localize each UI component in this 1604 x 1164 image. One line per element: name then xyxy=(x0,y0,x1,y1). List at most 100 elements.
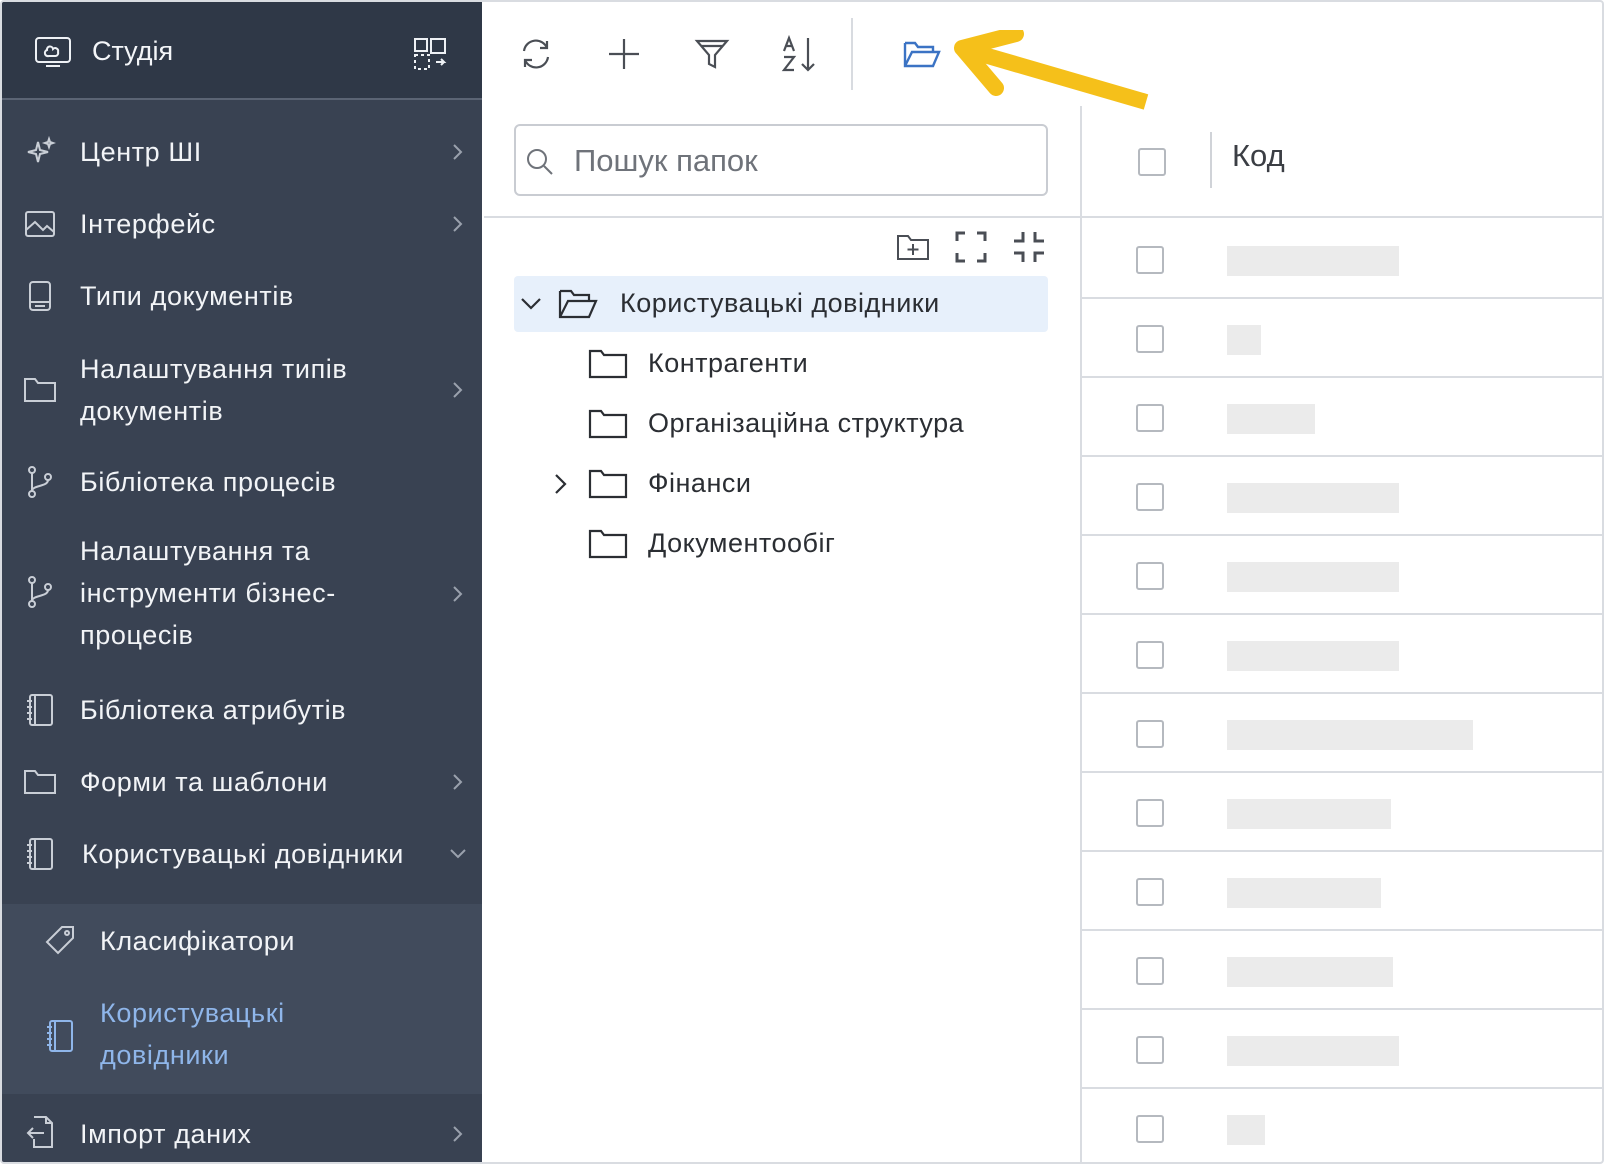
tree-node-finance[interactable]: Фінанси xyxy=(514,456,1048,512)
document-type-icon xyxy=(22,278,58,314)
tree-node-label: Контрагенти xyxy=(648,348,809,378)
label-line: інструменти бізнес- xyxy=(80,578,336,608)
table-row[interactable] xyxy=(1082,378,1602,457)
search-icon xyxy=(526,148,554,176)
sidebar-item-label: Бібліотека атрибутів xyxy=(80,695,347,725)
table-row[interactable] xyxy=(1082,773,1602,852)
table-row[interactable] xyxy=(1082,457,1602,536)
row-checkbox[interactable] xyxy=(1136,957,1164,985)
tree-node-org-structure[interactable]: Організаційна структура xyxy=(514,396,1048,452)
collapse-all-button[interactable] xyxy=(1010,228,1048,266)
folder-search-input[interactable] xyxy=(574,136,1034,186)
table-row[interactable] xyxy=(1082,220,1602,299)
chevron-right-icon xyxy=(450,772,466,792)
studio-logo-icon xyxy=(34,36,72,68)
table-row[interactable] xyxy=(1082,1010,1602,1089)
filter-icon xyxy=(694,39,730,69)
tree-node-label: Користувацькі довідники xyxy=(620,288,940,318)
folder-search-box[interactable] xyxy=(514,124,1048,196)
row-checkbox[interactable] xyxy=(1136,404,1164,432)
add-folder-button[interactable] xyxy=(894,228,932,266)
table-row[interactable] xyxy=(1082,615,1602,694)
table-row[interactable] xyxy=(1082,852,1602,931)
row-checkbox[interactable] xyxy=(1136,1115,1164,1143)
table-row[interactable] xyxy=(1082,694,1602,773)
filter-button[interactable] xyxy=(690,32,734,76)
sidebar-item-business-process-settings[interactable]: Налаштування та інструменти бізнес- проц… xyxy=(2,526,482,662)
folder-icon xyxy=(588,467,628,501)
sparkle-icon xyxy=(22,134,58,170)
table-row[interactable] xyxy=(1082,1089,1602,1162)
row-checkbox[interactable] xyxy=(1136,720,1164,748)
tree-node-label: Документообіг xyxy=(648,528,836,558)
records-grid: Код xyxy=(1082,106,1602,1162)
row-checkbox[interactable] xyxy=(1136,641,1164,669)
add-button[interactable] xyxy=(602,32,646,76)
sidebar-item-process-library[interactable]: Бібліотека процесів xyxy=(2,454,482,510)
tree-node-custom-dictionaries[interactable]: Користувацькі довідники xyxy=(514,276,1048,332)
tree-node-counterparties[interactable]: Контрагенти xyxy=(514,336,1048,392)
chevron-right-icon[interactable] xyxy=(548,471,574,497)
sidebar-subitem-classifiers[interactable]: Класифікатори xyxy=(2,904,482,978)
loading-placeholder xyxy=(1227,641,1399,671)
loading-placeholder xyxy=(1227,720,1473,750)
column-header-code[interactable]: Код xyxy=(1232,138,1285,174)
refresh-icon xyxy=(522,39,550,69)
folder-plus-icon xyxy=(897,235,929,260)
sidebar-item-label: Користувацькі довідники xyxy=(100,992,285,1076)
row-checkbox[interactable] xyxy=(1136,878,1164,906)
sidebar-item-document-types[interactable]: Типи документів xyxy=(2,268,482,324)
sort-button[interactable] xyxy=(778,32,822,76)
loading-placeholder xyxy=(1227,799,1391,829)
sidebar-item-interface[interactable]: Інтерфейс xyxy=(2,196,482,252)
sidebar-item-document-type-settings[interactable]: Налаштування типів документів xyxy=(2,342,482,438)
label-line: процесів xyxy=(80,620,194,650)
refresh-button[interactable] xyxy=(514,32,558,76)
loading-placeholder xyxy=(1227,1115,1265,1145)
sidebar-item-custom-dictionaries[interactable]: Користувацькі довідники xyxy=(2,826,482,882)
row-checkbox[interactable] xyxy=(1136,1036,1164,1064)
sidebar-item-label: Імпорт даних xyxy=(80,1119,252,1149)
folder-icon xyxy=(588,347,628,381)
layout-toggle-icon[interactable] xyxy=(412,36,448,72)
chevron-right-icon xyxy=(450,380,466,400)
branch-icon xyxy=(22,574,58,610)
loading-placeholder xyxy=(1227,483,1399,513)
grid-header: Код xyxy=(1082,106,1602,218)
notebook-icon xyxy=(22,692,58,728)
row-checkbox[interactable] xyxy=(1136,246,1164,274)
row-checkbox[interactable] xyxy=(1136,562,1164,590)
sidebar-subitem-custom-dictionaries[interactable]: Користувацькі довідники xyxy=(2,978,482,1094)
folder-open-icon xyxy=(558,287,598,321)
sidebar-item-data-import[interactable]: Імпорт даних xyxy=(2,1106,482,1162)
table-row[interactable] xyxy=(1082,536,1602,615)
image-icon xyxy=(22,206,58,242)
row-checkbox[interactable] xyxy=(1136,799,1164,827)
tag-icon xyxy=(42,922,78,958)
notebook-icon xyxy=(42,1018,78,1054)
plus-icon xyxy=(609,39,639,69)
import-icon xyxy=(22,1114,58,1150)
folder-icon xyxy=(588,407,628,441)
row-checkbox[interactable] xyxy=(1136,325,1164,353)
app-window: Студія Центр ШІ Інтерфейс Типи документі… xyxy=(0,0,1604,1164)
tree-node-document-flow[interactable]: Документообіг xyxy=(514,516,1048,572)
sidebar-item-label: Користувацькі довідники xyxy=(82,839,404,869)
table-row[interactable] xyxy=(1082,299,1602,378)
sidebar-item-forms-templates[interactable]: Форми та шаблони xyxy=(2,754,482,810)
expand-all-button[interactable] xyxy=(952,228,990,266)
table-row[interactable] xyxy=(1082,931,1602,1010)
chevron-down-icon[interactable] xyxy=(518,291,544,317)
chevron-right-icon xyxy=(450,214,466,234)
sidebar-item-label: Налаштування типів документів xyxy=(80,348,347,432)
toolbar xyxy=(484,2,1602,110)
sidebar-item-ai-center[interactable]: Центр ШІ xyxy=(2,124,482,180)
tree-node-label: Організаційна структура xyxy=(648,408,965,438)
folders-toggle-button[interactable] xyxy=(900,32,944,76)
select-all-checkbox[interactable] xyxy=(1138,148,1166,176)
row-checkbox[interactable] xyxy=(1136,483,1164,511)
sidebar-item-attribute-library[interactable]: Бібліотека атрибутів xyxy=(2,682,482,738)
folder-icon xyxy=(22,372,58,408)
label-line: довідники xyxy=(100,1040,230,1070)
folder-open-icon xyxy=(903,41,941,68)
